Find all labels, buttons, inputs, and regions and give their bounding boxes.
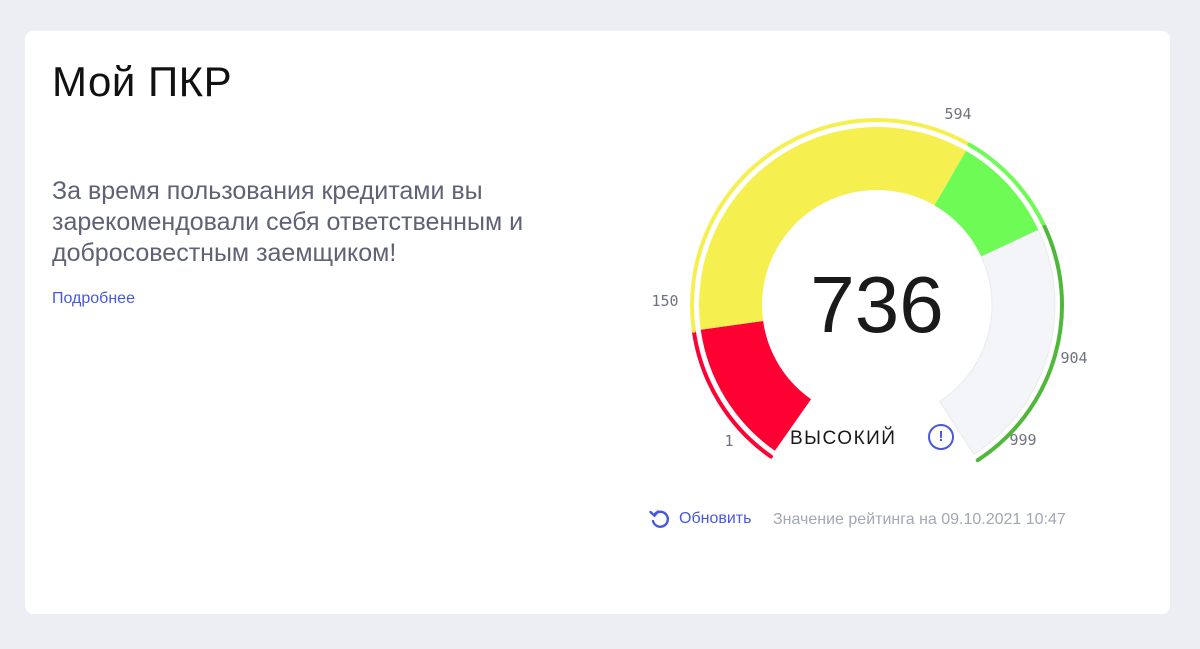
more-link[interactable]: Подробнее — [52, 290, 135, 308]
tick-label-594: 594 — [944, 105, 971, 123]
page-title: Мой ПКР — [52, 58, 233, 105]
rating-date: Значение рейтинга на 09.10.2021 10:47 — [773, 511, 1066, 528]
rating-description: За время пользования кредитами вы зареко… — [52, 177, 524, 267]
info-icon[interactable]: ! — [928, 424, 954, 450]
tick-label-904: 904 — [1060, 349, 1087, 367]
refresh-icon — [649, 510, 669, 528]
tick-label-1: 1 — [724, 432, 733, 450]
score-value: 736 — [810, 260, 943, 349]
refresh-button[interactable]: Обновить — [648, 506, 751, 532]
rating-level: ВЫСОКИЙ — [790, 428, 897, 449]
tick-label-150: 150 — [651, 292, 678, 310]
refresh-label: Обновить — [679, 510, 752, 527]
zone-top — [938, 229, 1056, 455]
rating-gauge: 736 1 150 594 904 999 — [651, 105, 1088, 463]
tick-label-999: 999 — [1009, 431, 1036, 449]
